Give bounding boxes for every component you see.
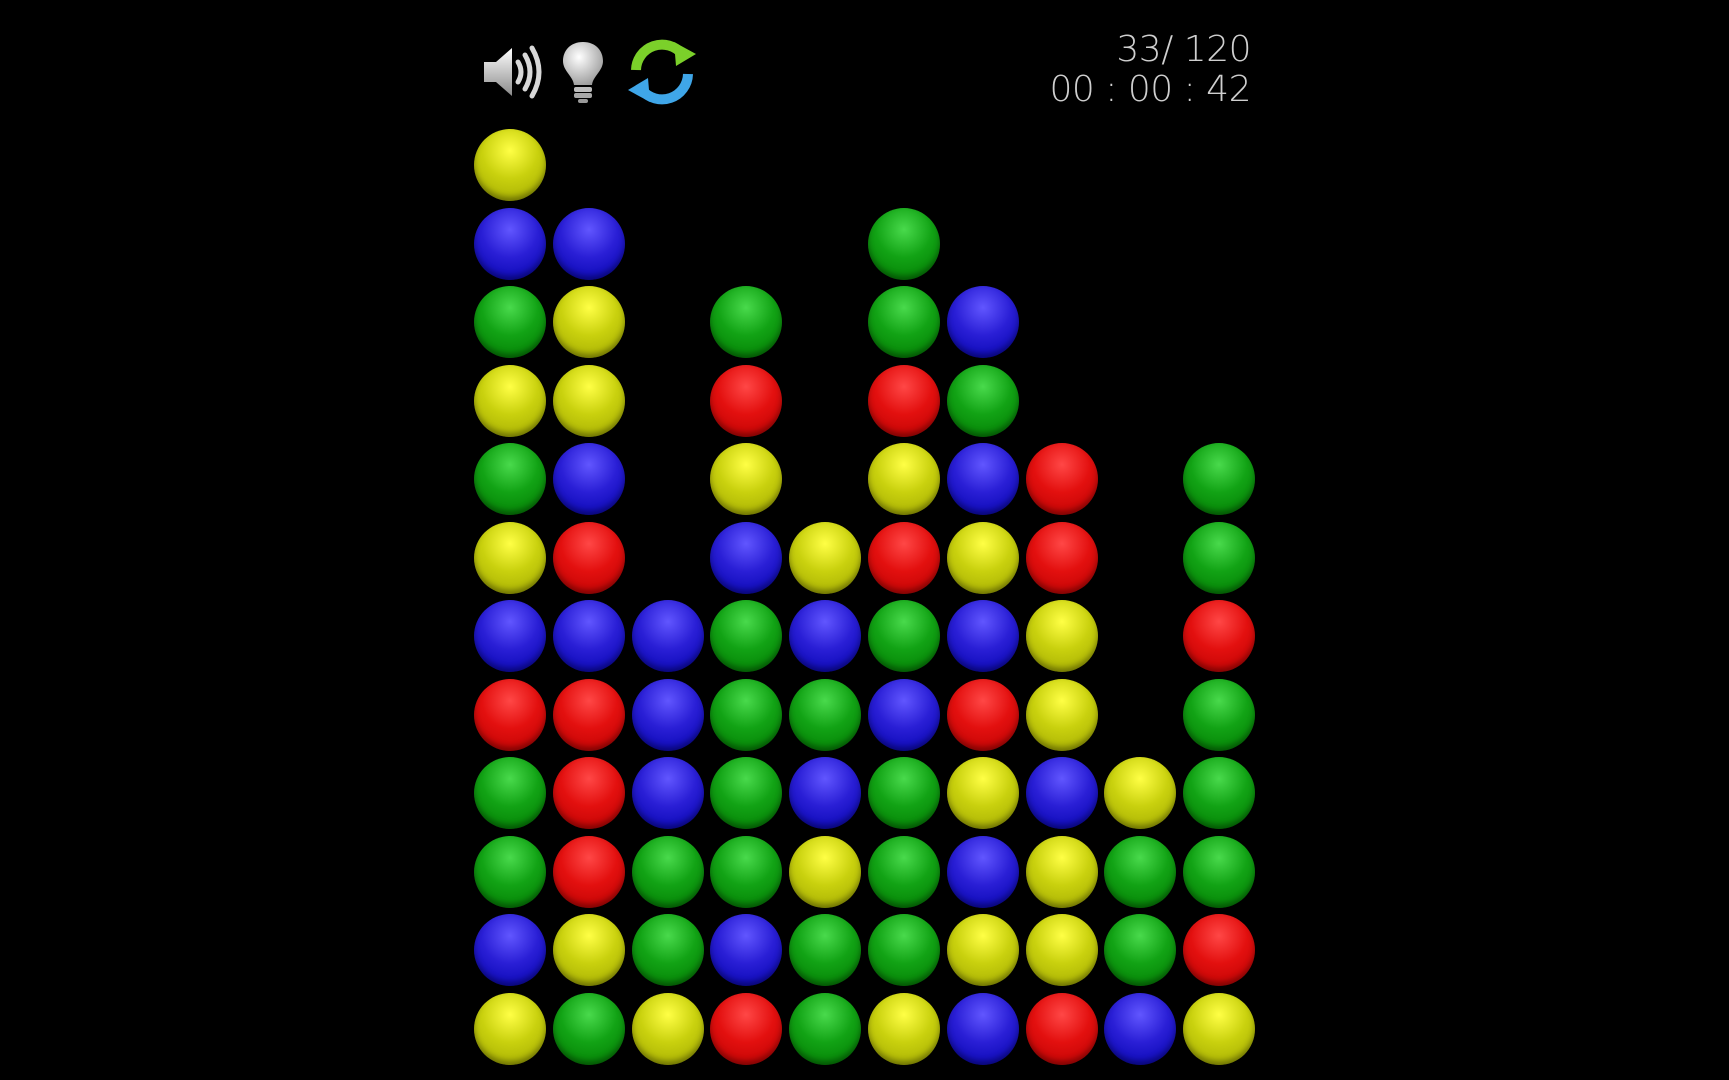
ball-yellow[interactable] — [1026, 914, 1098, 986]
ball-blue[interactable] — [1026, 757, 1098, 829]
ball-yellow[interactable] — [947, 914, 1019, 986]
ball-green[interactable] — [1104, 914, 1176, 986]
ball-blue[interactable] — [632, 600, 704, 672]
ball-green[interactable] — [789, 993, 861, 1065]
ball-blue[interactable] — [1104, 993, 1176, 1065]
ball-blue[interactable] — [789, 757, 861, 829]
ball-green[interactable] — [1183, 836, 1255, 908]
ball-green[interactable] — [1104, 836, 1176, 908]
ball-green[interactable] — [710, 600, 782, 672]
ball-red[interactable] — [1183, 914, 1255, 986]
ball-red[interactable] — [868, 522, 940, 594]
ball-blue[interactable] — [947, 443, 1019, 515]
ball-yellow[interactable] — [1026, 836, 1098, 908]
ball-red[interactable] — [474, 679, 546, 751]
ball-blue[interactable] — [474, 914, 546, 986]
ball-green[interactable] — [710, 836, 782, 908]
ball-red[interactable] — [868, 365, 940, 437]
ball-red[interactable] — [1026, 993, 1098, 1065]
ball-red[interactable] — [1026, 443, 1098, 515]
ball-yellow[interactable] — [868, 443, 940, 515]
ball-yellow[interactable] — [474, 522, 546, 594]
ball-green[interactable] — [1183, 522, 1255, 594]
ball-yellow[interactable] — [474, 365, 546, 437]
ball-yellow[interactable] — [1183, 993, 1255, 1065]
ball-yellow[interactable] — [1026, 600, 1098, 672]
ball-blue[interactable] — [947, 836, 1019, 908]
ball-red[interactable] — [553, 836, 625, 908]
ball-green[interactable] — [710, 286, 782, 358]
elapsed-timer: 00 : 00 : 42 — [1049, 69, 1252, 110]
ball-red[interactable] — [553, 522, 625, 594]
ball-green[interactable] — [868, 600, 940, 672]
refresh-arrows-icon[interactable] — [624, 32, 700, 112]
hud: 33/ 120 00 : 00 : 42 — [1049, 29, 1252, 110]
ball-blue[interactable] — [474, 208, 546, 280]
ball-blue[interactable] — [474, 600, 546, 672]
ball-green[interactable] — [868, 836, 940, 908]
ball-green[interactable] — [553, 993, 625, 1065]
ball-green[interactable] — [632, 914, 704, 986]
ball-blue[interactable] — [553, 443, 625, 515]
progress-counter: 33/ 120 — [1116, 29, 1251, 70]
ball-yellow[interactable] — [474, 993, 546, 1065]
ball-yellow[interactable] — [947, 757, 1019, 829]
ball-blue[interactable] — [947, 993, 1019, 1065]
ball-blue[interactable] — [632, 679, 704, 751]
ball-green[interactable] — [947, 365, 1019, 437]
ball-green[interactable] — [1183, 757, 1255, 829]
ball-red[interactable] — [553, 679, 625, 751]
ball-green[interactable] — [474, 757, 546, 829]
lightbulb-icon[interactable] — [560, 39, 606, 105]
ball-green[interactable] — [632, 836, 704, 908]
ball-blue[interactable] — [947, 600, 1019, 672]
ball-yellow[interactable] — [789, 836, 861, 908]
ball-red[interactable] — [1026, 522, 1098, 594]
speaker-icon[interactable] — [480, 42, 546, 102]
ball-green[interactable] — [474, 286, 546, 358]
ball-green[interactable] — [474, 443, 546, 515]
ball-red[interactable] — [553, 757, 625, 829]
toolbar — [480, 30, 700, 114]
ball-yellow[interactable] — [1026, 679, 1098, 751]
ball-blue[interactable] — [710, 522, 782, 594]
ball-yellow[interactable] — [553, 365, 625, 437]
ball-red[interactable] — [947, 679, 1019, 751]
ball-red[interactable] — [710, 365, 782, 437]
game-board — [474, 129, 1264, 1080]
ball-yellow[interactable] — [947, 522, 1019, 594]
ball-green[interactable] — [868, 757, 940, 829]
ball-green[interactable] — [789, 914, 861, 986]
ball-yellow[interactable] — [553, 286, 625, 358]
ball-green[interactable] — [789, 679, 861, 751]
ball-blue[interactable] — [710, 914, 782, 986]
ball-blue[interactable] — [632, 757, 704, 829]
ball-green[interactable] — [710, 757, 782, 829]
ball-green[interactable] — [868, 286, 940, 358]
ball-blue[interactable] — [553, 600, 625, 672]
ball-green[interactable] — [710, 679, 782, 751]
ball-yellow[interactable] — [868, 993, 940, 1065]
ball-red[interactable] — [1183, 600, 1255, 672]
ball-green[interactable] — [1183, 443, 1255, 515]
ball-yellow[interactable] — [1104, 757, 1176, 829]
ball-green[interactable] — [868, 914, 940, 986]
ball-blue[interactable] — [789, 600, 861, 672]
ball-yellow[interactable] — [710, 443, 782, 515]
ball-blue[interactable] — [868, 679, 940, 751]
ball-yellow[interactable] — [474, 129, 546, 201]
ball-yellow[interactable] — [789, 522, 861, 594]
ball-green[interactable] — [868, 208, 940, 280]
ball-green[interactable] — [1183, 679, 1255, 751]
ball-blue[interactable] — [947, 286, 1019, 358]
ball-blue[interactable] — [553, 208, 625, 280]
ball-red[interactable] — [710, 993, 782, 1065]
ball-green[interactable] — [474, 836, 546, 908]
ball-yellow[interactable] — [553, 914, 625, 986]
ball-yellow[interactable] — [632, 993, 704, 1065]
